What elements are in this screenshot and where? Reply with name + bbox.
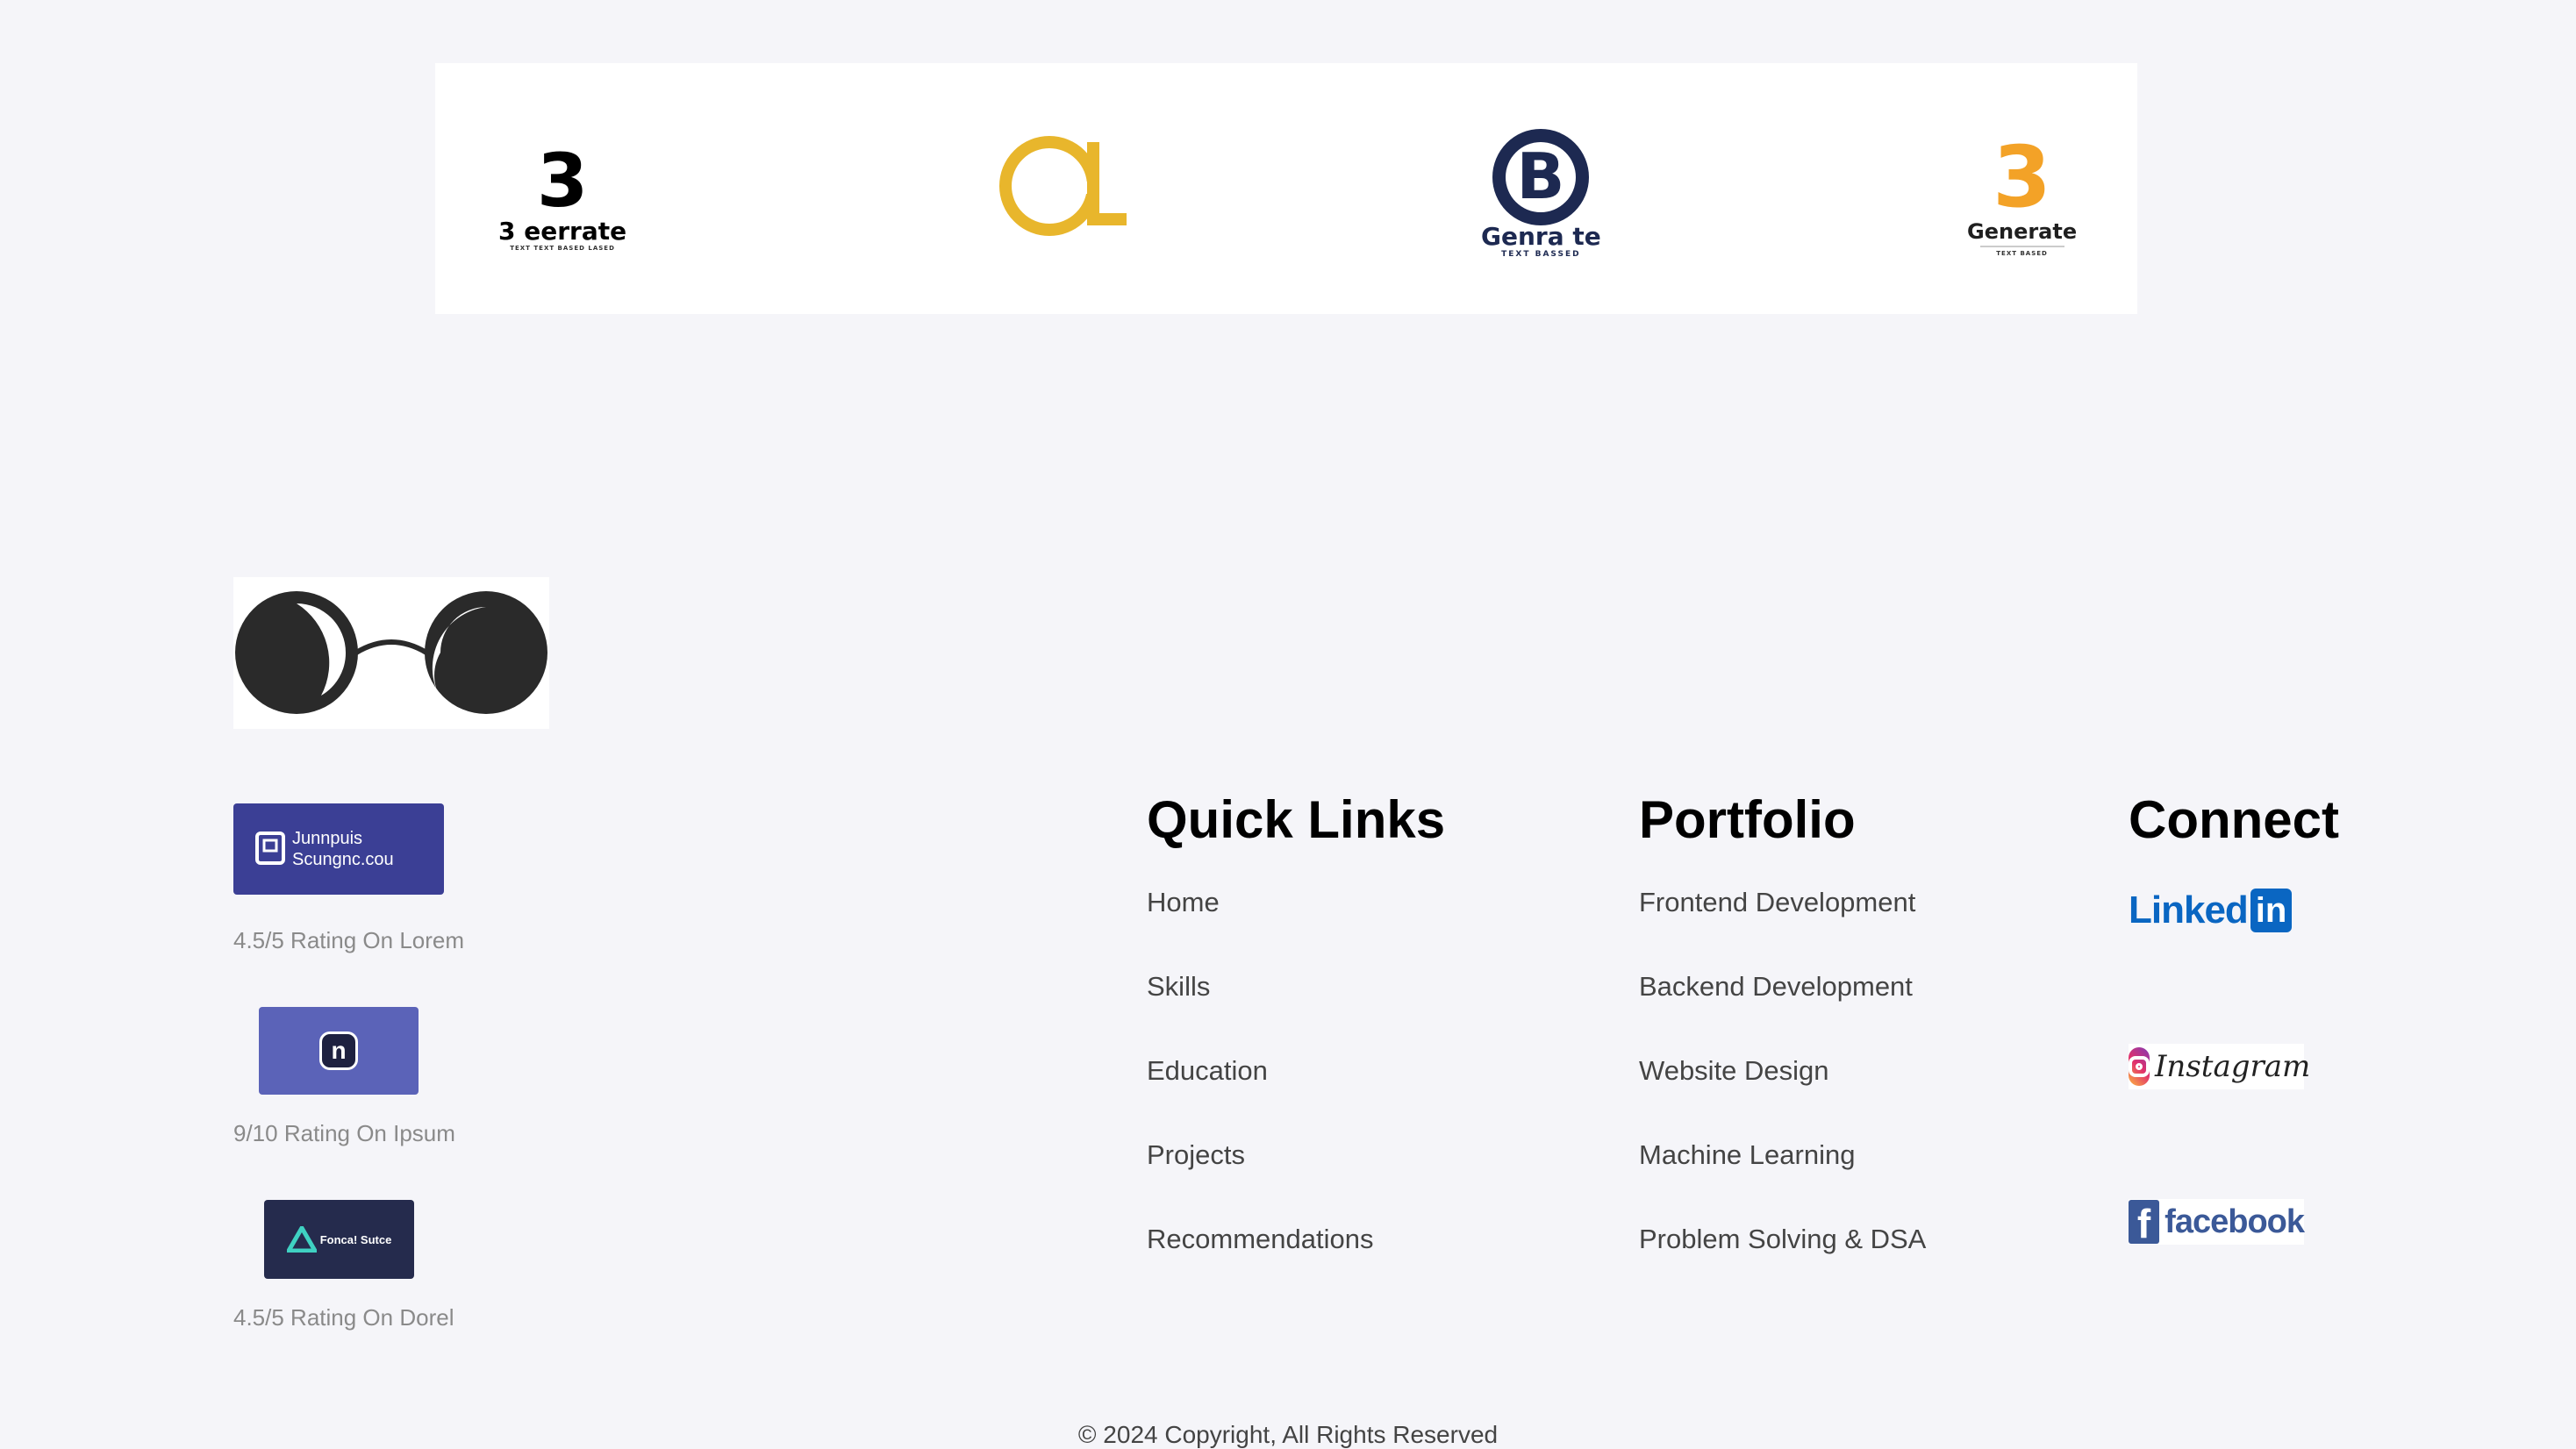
brand-logo[interactable] [233,577,549,729]
partner-logo-3-tag: TEXT BASSED [1501,250,1581,259]
instagram-link[interactable]: Instagram [2129,1044,2310,1089]
partner-logo-2: GL [997,133,1128,239]
portfolio-link-web-design[interactable]: Website Design [1639,1055,1829,1087]
rating-badge-dorel-text: Fonca! Sutce [319,1232,392,1246]
quick-link-skills[interactable]: Skills [1147,971,1210,1003]
quick-link-projects[interactable]: Projects [1147,1139,1245,1171]
quick-links-title: Quick Links [1147,790,1446,849]
partner-logo-4-word: Generate [1967,219,2078,244]
partner-logo-4-tag: TEXT BASED [1996,250,2048,257]
partner-logo-1-word: 3 eerrate [498,217,627,246]
card-logo-icon [255,832,285,865]
rating-label-dorel: 4.5/5 Rating On Dorel [233,1304,454,1331]
b-circle-logo-icon: B [1492,129,1590,225]
connect-title: Connect [2129,790,2339,849]
copyright-text: © 2024 Copyright, All Rights Reserved [1077,1421,1499,1448]
quick-link-education[interactable]: Education [1147,1055,1268,1087]
rating-badge-dorel[interactable]: Fonca! Sutce [264,1200,414,1279]
divider [1979,246,2064,247]
portfolio-link-backend[interactable]: Backend Development [1639,971,1913,1003]
n-logo-icon: n [319,1031,358,1070]
rating-label-lorem: 4.5/5 Rating On Lorem [233,927,465,953]
partner-logo-3: B Genra te TEXT BASSED [1481,126,1601,259]
rating-badge-lorem-text: Junnpuis Scungnc.cou [292,829,394,869]
linkedin-link[interactable]: Linked in [2129,888,2304,933]
portfolio-title: Portfolio [1639,790,1856,849]
n-logo-letter: n [331,1037,347,1064]
glasses-logo-icon [235,591,547,714]
partner-logo-3-word: Genra te [1481,222,1601,251]
quick-link-home[interactable]: Home [1147,887,1220,918]
rating-badge-lorem[interactable]: Junnpuis Scungnc.cou [233,803,444,895]
portfolio-link-ml[interactable]: Machine Learning [1639,1139,1855,1171]
portfolio-link-frontend[interactable]: Frontend Development [1639,887,1915,918]
linkedin-icon: in [2250,889,2293,932]
gl-logo-icon [999,136,1127,236]
rating-label-ipsum: 9/10 Rating On Ipsum [233,1120,455,1146]
facebook-link[interactable]: f facebook [2129,1199,2305,1245]
partner-logo-4-mark: 3 [1993,128,2051,226]
partner-logo-3-mark: B [1517,139,1565,213]
rating-badge-ipsum[interactable]: n [259,1007,419,1095]
quick-link-recommendations[interactable]: Recommendations [1147,1224,1373,1255]
triangle-logo-icon [286,1226,317,1253]
instagram-text: Instagram [2155,1049,2311,1084]
partner-logo-strip: 3 3 eerrate TEXT TEXT BASED LASED GL B G… [435,63,2137,314]
facebook-text: facebook [2165,1203,2305,1240]
partner-logo-1-tag: TEXT TEXT BASED LASED [510,245,615,252]
partner-logo-4: 3 Generate TEXT BASED [1967,135,2077,257]
instagram-icon [2129,1047,2150,1086]
portfolio-link-dsa[interactable]: Problem Solving & DSA [1639,1224,1926,1255]
partner-logo-1-mark: 3 [536,138,589,224]
linkedin-text: Linked [2129,889,2249,932]
partner-logo-1: 3 3 eerrate TEXT TEXT BASED LASED [498,144,626,252]
facebook-icon: f [2129,1200,2160,1244]
